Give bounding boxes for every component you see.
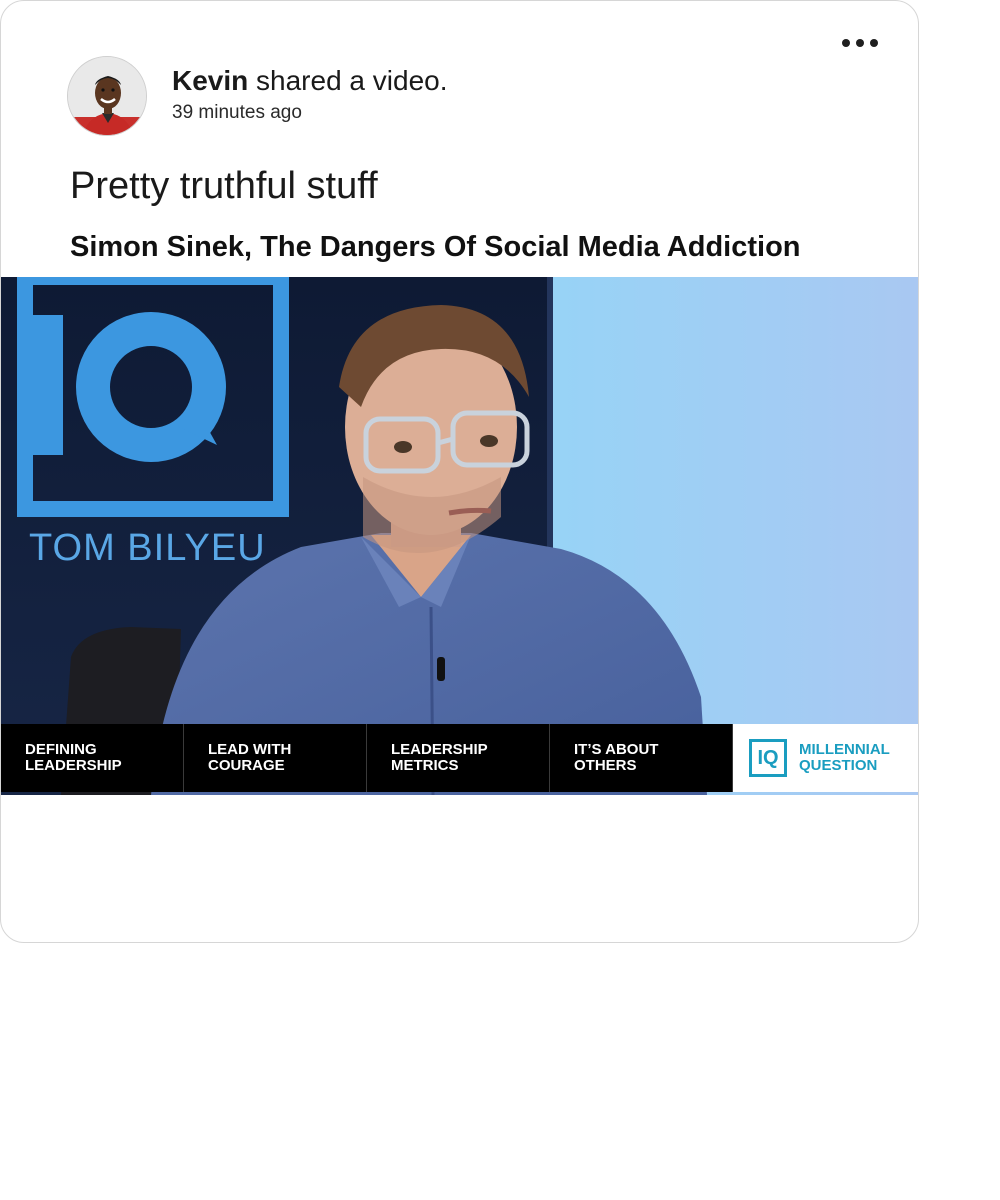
chapter-label-line2: COURAGE: [208, 757, 285, 774]
post-action-text: shared a video.: [248, 65, 448, 96]
post-header: Kevin shared a video.: [172, 65, 448, 97]
author-name[interactable]: Kevin: [172, 65, 248, 96]
avatar-portrait: [68, 57, 146, 135]
post-text: Pretty truthful stuff: [70, 165, 378, 207]
video-background-wordmark: TOM BILYEU: [29, 527, 266, 569]
chapter-label-line1: LEAD WITH: [208, 741, 292, 758]
chapter-label-line1: IT’S ABOUT: [574, 741, 659, 758]
chapter-label-line2: OTHERS: [574, 757, 637, 774]
post-timestamp[interactable]: 39 minutes ago: [172, 102, 302, 124]
chapter-item[interactable]: LEADERSHIP METRICS: [367, 724, 550, 792]
more-dot: [856, 39, 864, 47]
video-title[interactable]: Simon Sinek, The Dangers Of Social Media…: [70, 231, 801, 264]
chapter-label-line2: METRICS: [391, 757, 459, 774]
chapter-item[interactable]: LEAD WITH COURAGE: [184, 724, 367, 792]
more-dot: [870, 39, 878, 47]
more-dot: [842, 39, 850, 47]
brand-tile: IQ MILLENNIAL QUESTION: [733, 724, 918, 792]
video-chapter-bar: DEFINING LEADERSHIP LEAD WITH COURAGE LE…: [1, 724, 918, 792]
iq-logo-icon: IQ: [749, 739, 787, 777]
avatar[interactable]: [67, 56, 147, 136]
chapter-label-line2: LEADERSHIP: [25, 757, 122, 774]
video-player[interactable]: TOM BILYEU DEFINING LEADERSHIP LEAD WITH…: [1, 277, 918, 795]
brand-text: MILLENNIAL QUESTION: [799, 742, 890, 774]
chapter-label-line1: DEFINING: [25, 741, 97, 758]
chapter-item[interactable]: IT’S ABOUT OTHERS: [550, 724, 733, 792]
brand-line2: QUESTION: [799, 757, 878, 774]
chapter-label-line1: LEADERSHIP: [391, 741, 488, 758]
brand-line1: MILLENNIAL: [799, 741, 890, 758]
chapter-item[interactable]: DEFINING LEADERSHIP: [1, 724, 184, 792]
post-card: Kevin shared a video. 39 minutes ago Pre…: [0, 0, 919, 943]
more-options-button[interactable]: [842, 31, 878, 55]
